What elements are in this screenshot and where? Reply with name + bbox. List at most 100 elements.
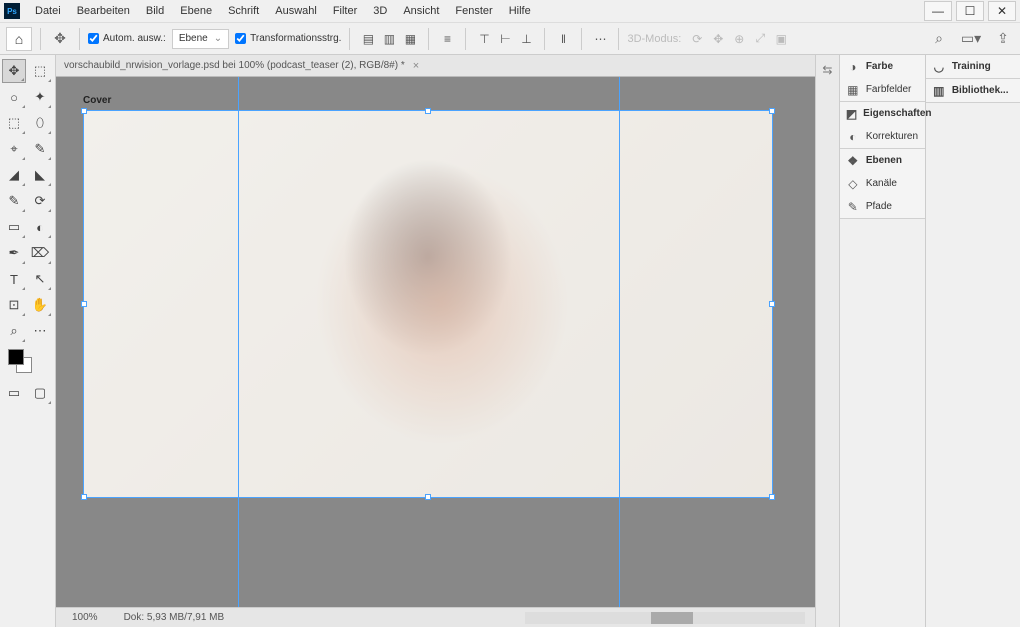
magic-wand-tool[interactable]: ✦: [28, 85, 52, 109]
panel-tab-kan-le[interactable]: ◇Kanäle: [840, 172, 925, 195]
edit-toolbar[interactable]: ⋯: [28, 319, 52, 343]
history-brush-tool[interactable]: ✎: [2, 189, 26, 213]
expand-panels-icon[interactable]: ⇆: [818, 61, 836, 79]
menubar: Ps Datei Bearbeiten Bild Ebene Schrift A…: [0, 0, 1020, 23]
panel-tab-farbfelder[interactable]: ▦ Farbfelder: [840, 78, 925, 101]
lasso-tool[interactable]: ○: [2, 85, 26, 109]
align-right-icon[interactable]: ▦: [400, 29, 420, 49]
panel-icon: ❖: [846, 154, 860, 168]
dodge-tool[interactable]: ✒: [2, 241, 26, 265]
eyedropper-tool[interactable]: ⌖: [2, 137, 26, 161]
marquee-tool[interactable]: ⬚: [28, 59, 52, 83]
menu: Datei Bearbeiten Bild Ebene Schrift Ausw…: [28, 2, 538, 20]
menu-bearbeiten[interactable]: Bearbeiten: [70, 2, 137, 20]
panel-tab-eigenschaften[interactable]: ◩Eigenschaften: [840, 102, 925, 125]
align-vertical-group: ⊤ ⊢ ⊥: [474, 29, 536, 49]
transform-controls-input[interactable]: [235, 33, 246, 44]
distribute-icon[interactable]: ≡: [437, 29, 457, 49]
transform-controls-checkbox[interactable]: Transformationsstrg.: [235, 33, 341, 44]
canvas[interactable]: Cover: [56, 77, 815, 607]
menu-bild[interactable]: Bild: [139, 2, 171, 20]
align-center-h-icon[interactable]: ▥: [379, 29, 399, 49]
panel-tab-ebenen[interactable]: ❖ Ebenen: [840, 149, 925, 172]
auto-select-label: Autom. ausw.:: [103, 33, 166, 44]
screenmode-tool[interactable]: ▢: [28, 381, 52, 405]
document-tab[interactable]: vorschaubild_nrwision_vorlage.psd bei 10…: [64, 60, 419, 72]
panel-label: Ebenen: [866, 155, 902, 166]
distribute-v-icon[interactable]: ‖: [553, 29, 573, 49]
stamp-tool[interactable]: ◣: [28, 163, 52, 187]
shape-tool[interactable]: ⊡: [2, 293, 26, 317]
menu-ansicht[interactable]: Ansicht: [396, 2, 446, 20]
gradient-tool[interactable]: ▭: [2, 215, 26, 239]
panel-label: Farbe: [866, 61, 893, 72]
brush-tool[interactable]: ◢: [2, 163, 26, 187]
foreground-color[interactable]: [8, 349, 24, 365]
maximize-button[interactable]: ☐: [956, 1, 984, 21]
tools-panel: ✥⬚ ○✦ ⬚⬯ ⌖✎ ◢◣ ✎⟳ ▭◐ ✒⌦ T↖ ⊡✋ ⌕⋯ ▭▢: [0, 55, 56, 627]
separator: [428, 28, 429, 50]
horizontal-scrollbar[interactable]: [525, 612, 805, 624]
doc-info[interactable]: Dok: 5,93 MB/7,91 MB: [114, 612, 235, 623]
path-select-tool[interactable]: ↖: [28, 267, 52, 291]
share-icon[interactable]: ⇪: [992, 28, 1014, 50]
scrollbar-thumb[interactable]: [651, 612, 693, 624]
menu-fenster[interactable]: Fenster: [448, 2, 499, 20]
menu-ebene[interactable]: Ebene: [173, 2, 219, 20]
panel-group: ▥Bibliothek...: [926, 79, 1020, 103]
align-left-icon[interactable]: ▤: [358, 29, 378, 49]
align-top-icon[interactable]: ⊤: [474, 29, 494, 49]
guide-vertical[interactable]: [619, 77, 620, 607]
zoom-level[interactable]: 100%: [56, 612, 114, 623]
panel-label: Pfade: [866, 201, 892, 212]
panel-tab-farbe[interactable]: ◑Farbe: [840, 55, 925, 78]
color-swatches[interactable]: [6, 349, 49, 375]
crop-tool[interactable]: ⬚: [2, 111, 26, 135]
image-content: [83, 110, 773, 498]
panel-label: Farbfelder: [866, 84, 912, 95]
auto-select-input[interactable]: [88, 33, 99, 44]
close-button[interactable]: ✕: [988, 1, 1016, 21]
panel-tab-training[interactable]: ◡Training: [926, 55, 1020, 78]
menu-auswahl[interactable]: Auswahl: [268, 2, 324, 20]
align-bottom-icon[interactable]: ⊥: [516, 29, 536, 49]
panel-tab-pfade[interactable]: ✎Pfade: [840, 195, 925, 218]
align-center-v-icon[interactable]: ⊢: [495, 29, 515, 49]
menu-datei[interactable]: Datei: [28, 2, 68, 20]
zoom-tool[interactable]: ⌕: [2, 319, 26, 343]
healing-tool[interactable]: ✎: [28, 137, 52, 161]
quickmask-tool[interactable]: ▭: [2, 381, 26, 405]
workspace-icon[interactable]: ▭▾: [960, 28, 982, 50]
blur-tool[interactable]: ◐: [28, 215, 52, 239]
auto-select-mode-dropdown[interactable]: Ebene: [172, 29, 229, 49]
right-panels: ⇆ ◑Farbe ▦ Farbfelder ◩Eigenschaften◐Korrek…: [815, 55, 1020, 627]
separator: [544, 28, 545, 50]
type-tool[interactable]: T: [2, 267, 26, 291]
menu-schrift[interactable]: Schrift: [221, 2, 266, 20]
home-button[interactable]: ⌂: [6, 27, 32, 51]
panel-tab-bibliothek-[interactable]: ▥Bibliothek...: [926, 79, 1020, 102]
artboard-label[interactable]: Cover: [83, 95, 111, 106]
panel-tab-korrekturen[interactable]: ◐Korrekturen: [840, 125, 925, 148]
more-align-icon[interactable]: ⋯: [590, 29, 610, 49]
panel-group: ◩Eigenschaften◐Korrekturen: [840, 102, 925, 149]
auto-select-checkbox[interactable]: Autom. ausw.:: [88, 33, 166, 44]
panel-group: ◡Training: [926, 55, 1020, 79]
document-tab-bar: vorschaubild_nrwision_vorlage.psd bei 10…: [56, 55, 815, 77]
move-tool-indicator-icon[interactable]: ✥: [49, 28, 71, 50]
panel-icon: ▦: [846, 83, 860, 97]
eraser-tool[interactable]: ⟳: [28, 189, 52, 213]
pen-tool[interactable]: ⌦: [28, 241, 52, 265]
guide-vertical[interactable]: [238, 77, 239, 607]
menu-filter[interactable]: Filter: [326, 2, 364, 20]
hand-tool[interactable]: ✋: [28, 293, 52, 317]
minimize-button[interactable]: —: [924, 1, 952, 21]
menu-hilfe[interactable]: Hilfe: [502, 2, 538, 20]
artboard[interactable]: [83, 110, 773, 498]
status-bar: 100% Dok: 5,93 MB/7,91 MB: [56, 607, 815, 627]
frame-tool[interactable]: ⬯: [28, 111, 52, 135]
close-tab-icon[interactable]: ×: [413, 60, 419, 72]
search-icon[interactable]: ⌕: [928, 28, 950, 50]
menu-3d[interactable]: 3D: [366, 2, 394, 20]
move-tool[interactable]: ✥: [2, 59, 26, 83]
